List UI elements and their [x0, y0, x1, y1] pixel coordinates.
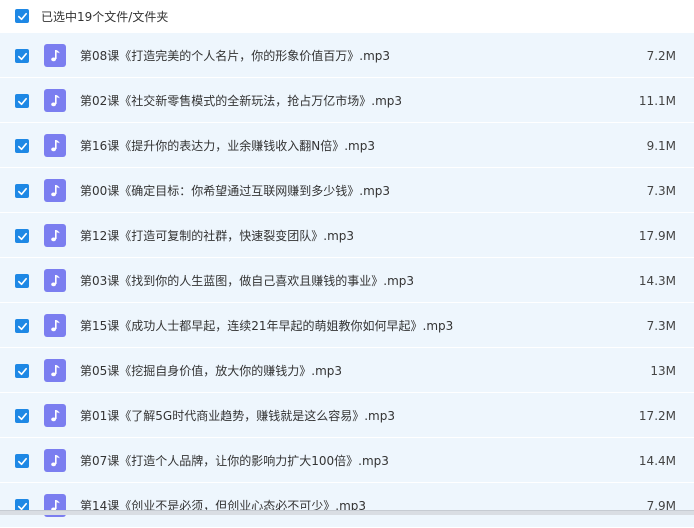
file-row[interactable]: 第08课《打造完美的个人名片，你的形象价值百万》.mp3 7.2M: [0, 33, 694, 78]
file-name[interactable]: 第07课《打造个人品牌，让你的影响力扩大100倍》.mp3: [80, 453, 389, 469]
music-note-icon: [44, 179, 66, 202]
checkmark-icon: [17, 367, 27, 375]
file-size: 7.3M: [646, 184, 676, 198]
file-name[interactable]: 第00课《确定目标：你希望通过互联网赚到多少钱》.mp3: [80, 183, 390, 199]
file-row[interactable]: 第12课《打造可复制的社群，快速裂变团队》.mp3 17.9M: [0, 213, 694, 258]
file-checkbox[interactable]: [15, 184, 29, 198]
file-row[interactable]: 第15课《成功人士都早起，连续21年早起的萌姐教你如何早起》.mp3 7.3M: [0, 303, 694, 348]
file-name[interactable]: 第03课《找到你的人生蓝图，做自己喜欢且赚钱的事业》.mp3: [80, 273, 414, 289]
file-size: 13M: [650, 364, 676, 378]
selection-header: 已选中19个文件/文件夹: [0, 0, 694, 33]
checkmark-icon: [17, 232, 27, 240]
file-row[interactable]: 第07课《打造个人品牌，让你的影响力扩大100倍》.mp3 14.4M: [0, 438, 694, 483]
select-all-checkbox[interactable]: [15, 9, 29, 23]
file-row[interactable]: 第00课《确定目标：你希望通过互联网赚到多少钱》.mp3 7.3M: [0, 168, 694, 213]
file-size: 7.3M: [646, 319, 676, 333]
file-size: 17.2M: [638, 409, 676, 423]
music-note-icon: [44, 314, 66, 337]
checkmark-icon: [17, 52, 27, 60]
file-size: 17.9M: [638, 229, 676, 243]
music-note-icon: [44, 89, 66, 112]
checkmark-icon: [17, 457, 27, 465]
file-row[interactable]: 第16课《提升你的表达力，业余赚钱收入翻N倍》.mp3 9.1M: [0, 123, 694, 168]
file-checkbox[interactable]: [15, 229, 29, 243]
music-note-icon: [44, 224, 66, 247]
file-row[interactable]: 第01课《了解5G时代商业趋势，赚钱就是这么容易》.mp3 17.2M: [0, 393, 694, 438]
checkmark-icon: [17, 187, 27, 195]
file-size: 14.3M: [638, 274, 676, 288]
file-checkbox[interactable]: [15, 94, 29, 108]
checkmark-icon: [17, 97, 27, 105]
checkmark-icon: [17, 277, 27, 285]
file-checkbox[interactable]: [15, 49, 29, 63]
file-size: 11.1M: [638, 94, 676, 108]
selection-count-label: 已选中19个文件/文件夹: [41, 10, 169, 24]
music-note-icon: [44, 449, 66, 472]
file-size: 14.4M: [638, 454, 676, 468]
file-name[interactable]: 第05课《挖掘自身价值，放大你的赚钱力》.mp3: [80, 363, 342, 379]
file-name[interactable]: 第16课《提升你的表达力，业余赚钱收入翻N倍》.mp3: [80, 138, 375, 154]
file-size: 7.2M: [646, 49, 676, 63]
file-checkbox[interactable]: [15, 409, 29, 423]
music-note-icon: [44, 359, 66, 382]
file-name[interactable]: 第15课《成功人士都早起，连续21年早起的萌姐教你如何早起》.mp3: [80, 318, 453, 334]
bottom-bar: [0, 510, 694, 515]
file-checkbox[interactable]: [15, 139, 29, 153]
file-name[interactable]: 第08课《打造完美的个人名片，你的形象价值百万》.mp3: [80, 48, 390, 64]
file-row[interactable]: 第03课《找到你的人生蓝图，做自己喜欢且赚钱的事业》.mp3 14.3M: [0, 258, 694, 303]
file-list: 第08课《打造完美的个人名片，你的形象价值百万》.mp3 7.2M 第02课《社交新…: [0, 33, 694, 528]
file-size: 9.1M: [646, 139, 676, 153]
music-note-icon: [44, 44, 66, 67]
checkmark-icon: [17, 142, 27, 150]
checkmark-icon: [17, 412, 27, 420]
file-checkbox[interactable]: [15, 319, 29, 333]
file-name[interactable]: 第02课《社交新零售模式的全新玩法，抢占万亿市场》.mp3: [80, 93, 402, 109]
file-row[interactable]: 第14课《创业不是必须，但创业心态必不可少》.mp3 7.9M: [0, 483, 694, 528]
checkmark-icon: [17, 322, 27, 330]
file-checkbox[interactable]: [15, 364, 29, 378]
file-checkbox[interactable]: [15, 274, 29, 288]
file-name[interactable]: 第12课《打造可复制的社群，快速裂变团队》.mp3: [80, 228, 354, 244]
file-row[interactable]: 第05课《挖掘自身价值，放大你的赚钱力》.mp3 13M: [0, 348, 694, 393]
music-note-icon: [44, 134, 66, 157]
file-row[interactable]: 第02课《社交新零售模式的全新玩法，抢占万亿市场》.mp3 11.1M: [0, 78, 694, 123]
file-name[interactable]: 第01课《了解5G时代商业趋势，赚钱就是这么容易》.mp3: [80, 408, 395, 424]
music-note-icon: [44, 269, 66, 292]
file-checkbox[interactable]: [15, 454, 29, 468]
checkmark-icon: [17, 12, 27, 20]
music-note-icon: [44, 404, 66, 427]
